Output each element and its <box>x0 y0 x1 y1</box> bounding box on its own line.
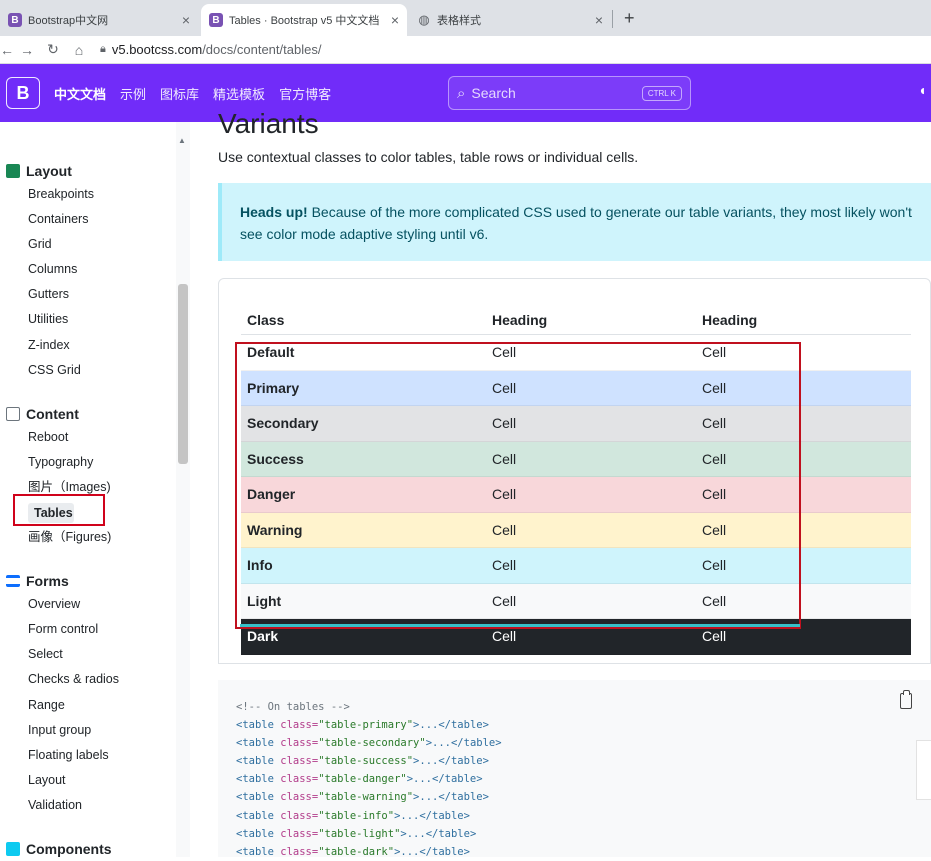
tab-title: Bootstrap中文网 <box>28 15 109 27</box>
sidebar-group-forms: Forms Overview Form control Select Check… <box>6 570 190 818</box>
sidebar-heading: Content <box>6 403 190 425</box>
code-class-value: table-warning <box>324 791 407 804</box>
sidebar-item-z-index[interactable]: Z-index <box>28 333 190 358</box>
docs-sidebar: Layout Breakpoints Containers Grid Colum… <box>0 122 190 857</box>
code-line: <table class="table-primary">...</table> <box>236 719 489 732</box>
code-line: <table class="table-light">...</table> <box>236 827 477 840</box>
sidebar-item-select[interactable]: Select <box>28 642 190 667</box>
sidebar-scrollbar[interactable] <box>176 122 190 857</box>
sidebar-heading: Forms <box>6 570 190 592</box>
code-class-value: table-success <box>324 755 407 768</box>
sidebar-item-css-grid[interactable]: CSS Grid <box>28 358 190 383</box>
sidebar-item-input-group[interactable]: Input group <box>28 718 190 743</box>
file-icon <box>6 406 20 421</box>
annotation-box-sidebar <box>13 494 105 526</box>
bootstrap-favicon-icon: B <box>209 13 223 27</box>
sidebar-item-typography[interactable]: Typography <box>28 450 190 475</box>
code-line: <table class="table-danger">...</table> <box>236 773 483 786</box>
heading-overlap-area <box>190 64 931 122</box>
code-class-value: table-primary <box>324 719 407 732</box>
sidebar-item-containers[interactable]: Containers <box>28 207 190 232</box>
callout-title: Heads up! <box>240 204 308 220</box>
sidebar-item-figures[interactable]: 画像（Figures) <box>28 525 190 550</box>
nav-link-examples[interactable]: 示例 <box>120 84 146 103</box>
home-icon[interactable]: ⌂ <box>66 42 92 58</box>
browser-tab-strip: B Bootstrap中文网 × B Tables · Bootstrap v5… <box>0 0 931 36</box>
browser-tab[interactable]: B Bootstrap中文网 × <box>0 4 198 36</box>
section-lead: Use contextual classes to color tables, … <box>218 149 639 165</box>
sidebar-item-floating-labels[interactable]: Floating labels <box>28 743 190 768</box>
sidebar-item-breakpoints[interactable]: Breakpoints <box>28 182 190 207</box>
list-icon <box>6 575 20 588</box>
code-line: <table class="table-info">...</table> <box>236 809 470 822</box>
close-tab-icon[interactable]: × <box>182 12 190 28</box>
nav-link-docs[interactable]: 中文文档 <box>54 84 106 103</box>
globe-icon: ◍ <box>418 12 430 27</box>
sidebar-item-grid[interactable]: Grid <box>28 232 190 257</box>
url-host: v5.bootcss.com <box>111 42 203 57</box>
code-block: <!-- On tables --> <table class="table-p… <box>236 698 502 861</box>
table-header-row: Class Heading Heading <box>241 305 911 335</box>
clipboard-icon[interactable] <box>900 690 912 709</box>
sidebar-item-range[interactable]: Range <box>28 693 190 718</box>
address-bar: ← → ↻ ⌂ 🔒︎ v5.bootcss.com /docs/content/… <box>0 36 931 64</box>
scrollbar-thumb[interactable] <box>178 284 188 464</box>
sidebar-item-form-control[interactable]: Form control <box>28 617 190 642</box>
browser-tab-active[interactable]: B Tables · Bootstrap v5 中文文档 × <box>201 4 407 36</box>
url-path: /docs/content/tables/ <box>202 42 322 57</box>
browser-tab[interactable]: ◍ 表格样式 × <box>409 4 611 36</box>
callout-text: Because of the more complicated CSS used… <box>240 204 912 242</box>
sidebar-item-validation[interactable]: Validation <box>28 793 190 818</box>
row-class-label: Dark <box>247 628 279 645</box>
sidebar-heading: Layout <box>6 160 190 182</box>
tab-title: Tables · Bootstrap v5 中文文档 <box>229 15 380 27</box>
close-tab-icon[interactable]: × <box>595 12 603 28</box>
sidebar-group-components: Components <box>6 838 190 857</box>
annotation-box-table <box>235 342 801 629</box>
sidebar-item-layout[interactable]: Layout <box>28 768 190 793</box>
sidebar-group-layout: Layout Breakpoints Containers Grid Colum… <box>6 160 190 383</box>
sidebar-item-columns[interactable]: Columns <box>28 257 190 282</box>
sidebar-item-reboot[interactable]: Reboot <box>28 425 190 450</box>
code-line: <table class="table-dark">...</table> <box>236 845 470 858</box>
code-comment: <!-- On tables --> <box>236 701 350 713</box>
sidebar-heading: Components <box>6 838 190 857</box>
close-tab-icon[interactable]: × <box>391 12 399 28</box>
code-snippet: <!-- On tables --> <table class="table-p… <box>218 680 931 858</box>
annotation-underline <box>240 624 800 627</box>
stack-icon <box>6 841 20 856</box>
sidebar-item-gutters[interactable]: Gutters <box>28 282 190 307</box>
grid-icon <box>6 164 20 178</box>
code-class-value: table-danger <box>324 773 401 786</box>
reload-icon[interactable]: ↻ <box>40 41 66 58</box>
bootstrap-favicon-icon: B <box>8 13 22 27</box>
table-cell: Cell <box>702 628 727 645</box>
bootstrap-logo[interactable]: B <box>6 77 40 109</box>
forward-arrow-icon[interactable]: → <box>14 42 40 58</box>
column-header-heading: Heading <box>492 311 548 328</box>
back-arrow-icon[interactable]: ← <box>0 42 14 58</box>
code-class-value: table-light <box>324 827 395 840</box>
sidebar-item-overview[interactable]: Overview <box>28 592 190 617</box>
code-line: <table class="table-warning">...</table> <box>236 791 489 804</box>
code-class-value: table-secondary <box>324 737 420 750</box>
scroll-up-arrow-icon[interactable]: ▲ <box>178 136 186 145</box>
new-tab-button[interactable]: + <box>624 8 635 29</box>
sidebar-item-utilities[interactable]: Utilities <box>28 307 190 332</box>
code-class-value: table-dark <box>324 845 388 858</box>
tab-title: 表格样式 <box>437 15 481 27</box>
lock-icon: 🔒︎ <box>100 43 106 55</box>
url-field[interactable]: 🔒︎ v5.bootcss.com /docs/content/tables/ <box>100 42 321 57</box>
table-cell: Cell <box>492 628 517 645</box>
column-header-class: Class <box>247 311 285 328</box>
side-panel-edge <box>916 740 931 800</box>
info-callout: Heads up! Because of the more complicate… <box>218 183 931 261</box>
sidebar-group-content: Content Reboot Typography 图片（Images) Tab… <box>6 403 190 550</box>
sidebar-item-checks-radios[interactable]: Checks & radios <box>28 667 190 692</box>
tab-divider <box>612 10 613 28</box>
code-line: <table class="table-secondary">...</tabl… <box>236 737 502 750</box>
code-line: <table class="table-success">...</table> <box>236 755 489 768</box>
column-header-heading: Heading <box>702 311 758 328</box>
code-class-value: table-info <box>324 809 388 822</box>
